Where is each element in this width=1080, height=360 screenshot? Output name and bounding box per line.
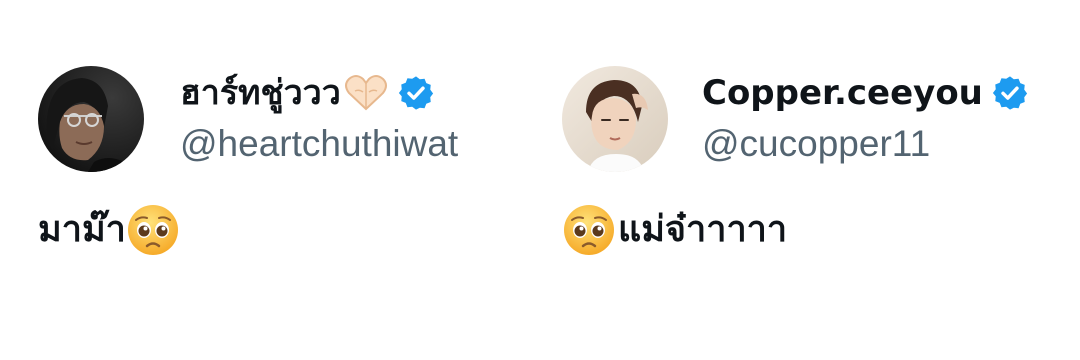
heart-hands-icon (343, 73, 389, 113)
pleading-face-icon (562, 203, 616, 257)
tweet-text-row: มาม๊า (38, 200, 180, 260)
avatar-photo (562, 66, 668, 172)
avatar-photo (38, 66, 144, 172)
tweet-text: แม่จ๋าาาาา (618, 209, 788, 250)
user-handle[interactable]: @heartchuthiwat (180, 120, 458, 168)
avatar[interactable] (38, 66, 144, 172)
tweet-text-row: แม่จ๋าาาาา (562, 200, 787, 260)
avatar[interactable] (562, 66, 668, 172)
tweet-text: มาม๊า (38, 209, 126, 250)
verified-badge-icon[interactable] (397, 74, 435, 112)
display-name-row[interactable]: ฮาร์ทชู่ววว (180, 68, 435, 118)
display-name[interactable]: Copper.ceeyou (702, 76, 983, 110)
tweet-card-heartchuthiwat[interactable]: ฮาร์ทชู่ววว @heartchuthiwat มาม๊า (0, 0, 530, 360)
display-name-row[interactable]: Copper.ceeyou (702, 68, 1029, 118)
verified-badge-icon[interactable] (991, 74, 1029, 112)
tweet-card-cucopper11[interactable]: Copper.ceeyou @cucopper11 แม่จ๋าาาาา (530, 0, 1080, 360)
display-name[interactable]: ฮาร์ทชู่ววว (180, 76, 341, 110)
user-handle[interactable]: @cucopper11 (702, 120, 930, 168)
pleading-face-icon (126, 203, 180, 257)
